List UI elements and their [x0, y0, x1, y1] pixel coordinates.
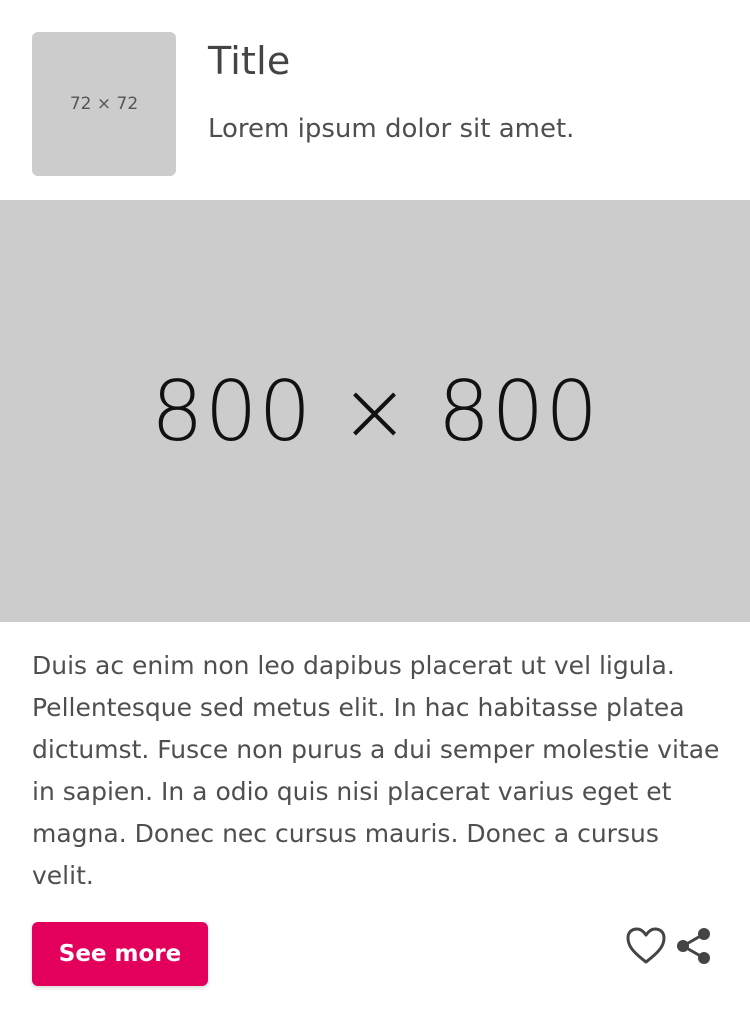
heart-outline-icon [626, 927, 666, 964]
hero-image: 800 × 800 [0, 200, 750, 622]
share-icon [677, 928, 710, 964]
hero-image-label: 800 × 800 [150, 362, 600, 460]
card-header: 72 × 72 Title Lorem ipsum dolor sit amet… [32, 32, 718, 176]
media-card: 72 × 72 Title Lorem ipsum dolor sit amet… [0, 0, 750, 1018]
see-more-button[interactable]: See more [32, 922, 208, 986]
card-title: Title [208, 39, 291, 83]
share-button[interactable] [670, 922, 718, 970]
thumbnail-image: 72 × 72 [32, 32, 176, 176]
thumbnail-label: 72 × 72 [69, 94, 139, 114]
favorite-button[interactable] [622, 922, 670, 970]
card-subtitle: Lorem ipsum dolor sit amet. [208, 114, 575, 144]
card-body-text: Duis ac enim non leo dapibus placerat ut… [32, 651, 720, 890]
